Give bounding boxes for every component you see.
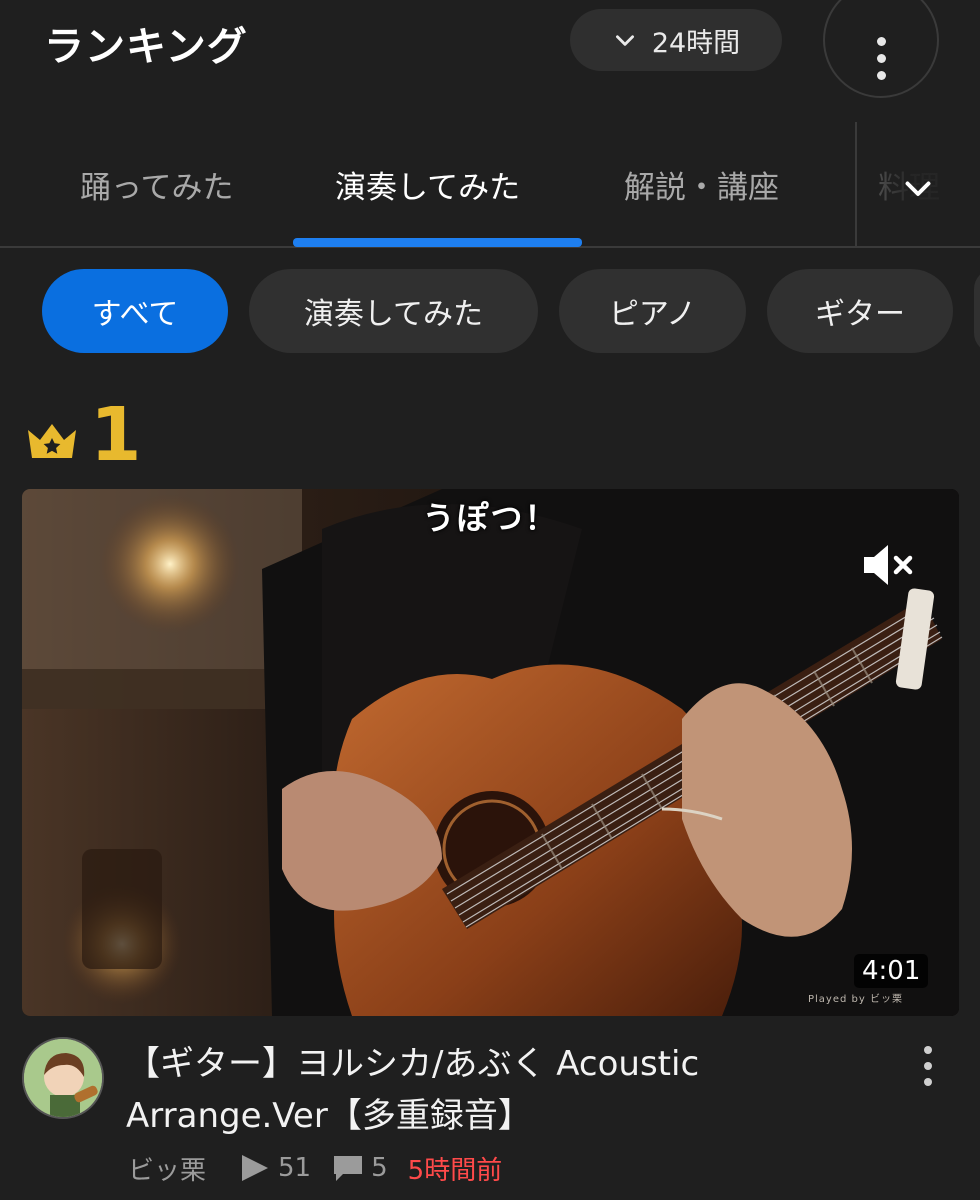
header: ランキング 24時間 bbox=[0, 0, 980, 110]
more-menu-button[interactable] bbox=[823, 0, 939, 98]
video-caption: うぽつ！ bbox=[422, 499, 559, 537]
thumbnail-image bbox=[22, 489, 959, 1016]
play-icon bbox=[242, 1155, 269, 1181]
rank-number: 1 bbox=[90, 392, 142, 478]
video-more-button[interactable] bbox=[914, 1046, 942, 1094]
avatar-illustration bbox=[24, 1039, 102, 1117]
author-name[interactable]: ビッ栗 bbox=[128, 1150, 206, 1187]
video-duration: 4:01 bbox=[854, 954, 929, 988]
tab-performance[interactable]: 演奏してみた bbox=[335, 162, 520, 207]
comment-icon bbox=[334, 1156, 363, 1181]
chip-overflow[interactable] bbox=[974, 269, 980, 353]
posted-time: 5時間前 bbox=[407, 1155, 503, 1186]
category-tabs: 踊ってみた 演奏してみた 解説・講座 料理 bbox=[0, 122, 980, 248]
active-tab-indicator bbox=[293, 238, 582, 247]
author-avatar[interactable] bbox=[22, 1037, 104, 1119]
more-vertical-icon bbox=[924, 1046, 932, 1094]
period-label: 24時間 bbox=[651, 27, 741, 59]
chevron-down-icon bbox=[615, 35, 634, 46]
more-vertical-icon bbox=[876, 36, 886, 80]
page-title: ランキング bbox=[44, 24, 248, 70]
expand-tabs-button[interactable] bbox=[880, 162, 956, 214]
video-title[interactable]: 【ギター】ヨルシカ/あぶく Acoustic Arrange.Ver【多重録音】 bbox=[126, 1038, 896, 1142]
video-credit: Played by ビッ栗 bbox=[808, 994, 903, 1005]
tabs-divider bbox=[855, 122, 857, 246]
comment-count: 5 bbox=[371, 1153, 388, 1183]
crown-icon bbox=[28, 424, 76, 458]
volume-mute-icon[interactable] bbox=[860, 537, 916, 593]
view-count: 51 bbox=[278, 1153, 312, 1183]
tab-tutorial[interactable]: 解説・講座 bbox=[624, 162, 779, 207]
chip-all[interactable]: すべて bbox=[42, 269, 228, 353]
chevron-down-icon bbox=[905, 181, 931, 196]
chip-guitar[interactable]: ギター bbox=[767, 269, 953, 353]
period-selector[interactable]: 24時間 bbox=[570, 9, 782, 71]
chip-piano[interactable]: ピアノ bbox=[559, 269, 746, 353]
rank-badge: 1 bbox=[24, 395, 142, 475]
video-meta: ビッ栗 51 5 5時間前 bbox=[128, 1150, 502, 1186]
chip-performance[interactable]: 演奏してみた bbox=[249, 269, 538, 353]
video-thumbnail[interactable]: うぽつ！ 4:01 Played by ビッ栗 bbox=[22, 489, 959, 1016]
tab-dance[interactable]: 踊ってみた bbox=[80, 162, 233, 207]
